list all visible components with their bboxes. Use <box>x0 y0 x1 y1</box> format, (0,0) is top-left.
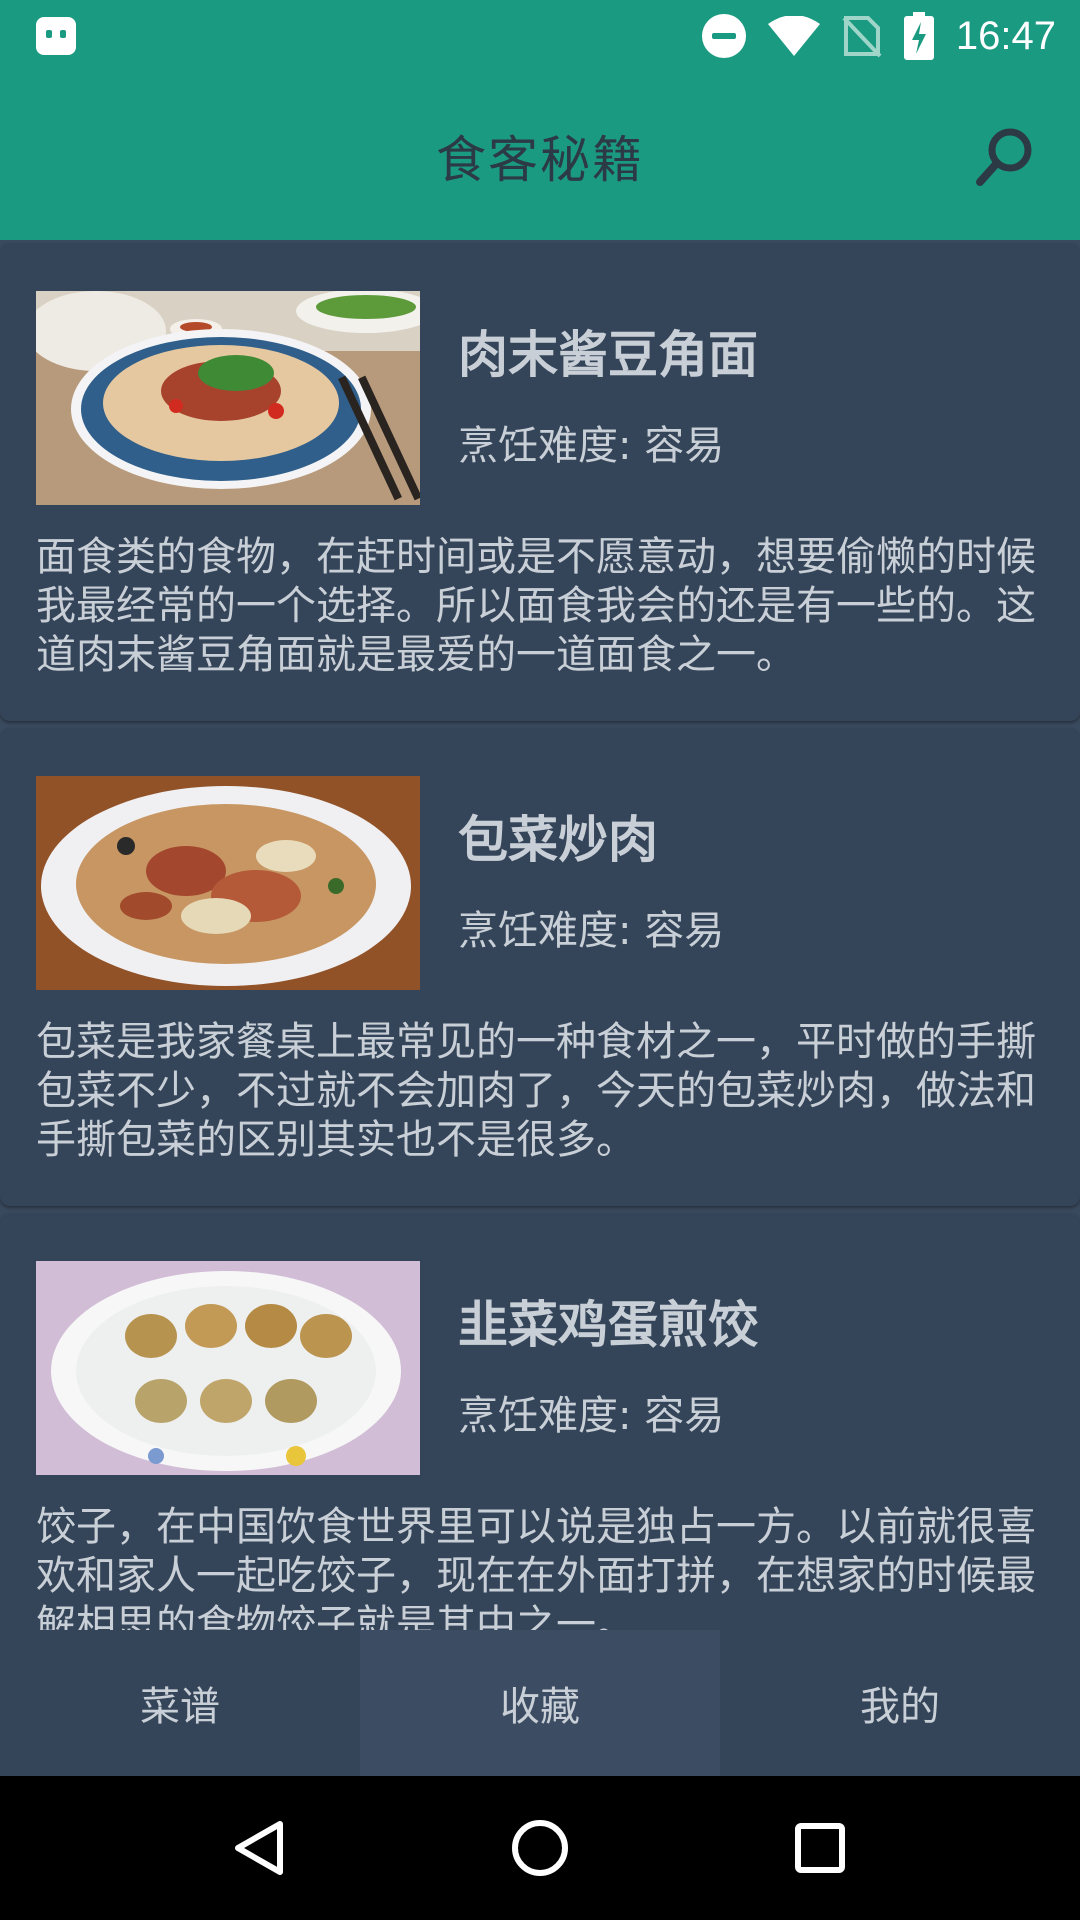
recipe-list[interactable]: 肉末酱豆角面 烹饪难度: 容易 面食类的食物，在赶时间或是不愿意动，想要偷懒的时… <box>0 240 1080 1630</box>
home-button[interactable] <box>500 1808 580 1888</box>
tab-mine[interactable]: 我的 <box>720 1630 1080 1776</box>
system-nav-bar <box>0 1776 1080 1920</box>
recipe-description: 面食类的食物，在赶时间或是不愿意动，想要偷懒的时候我最经常的一个选择。所以面食我… <box>36 534 1036 678</box>
recipe-card[interactable]: 韭菜鸡蛋煎饺 烹饪难度: 容易 饺子，在中国饮食世界里可以说是独占一方。以前就很… <box>0 1213 1080 1630</box>
battery-charging-icon <box>903 12 934 60</box>
search-icon <box>976 128 1032 186</box>
recipe-image <box>36 776 420 990</box>
tab-recipes[interactable]: 菜谱 <box>0 1630 360 1776</box>
app-bar: 食客秘籍 <box>0 72 1080 240</box>
do-not-disturb-icon <box>701 14 746 58</box>
app-title: 食客秘籍 <box>436 131 644 189</box>
back-button[interactable] <box>220 1808 300 1888</box>
home-icon <box>512 1820 568 1876</box>
recents-icon <box>795 1823 845 1873</box>
recipe-difficulty: 烹饪难度: 容易 <box>458 1393 725 1439</box>
clock: 16:47 <box>955 13 1056 58</box>
back-icon <box>235 1821 283 1875</box>
recipe-image <box>36 291 420 505</box>
recipe-difficulty: 烹饪难度: 容易 <box>458 423 725 469</box>
recipe-title: 包菜炒肉 <box>458 811 658 869</box>
recipe-image <box>36 1261 420 1475</box>
recipe-card[interactable]: 包菜炒肉 烹饪难度: 容易 包菜是我家餐桌上最常见的一种食材之一，平时做的手撕包… <box>0 728 1080 1206</box>
bottom-tab-bar: 菜谱 收藏 我的 <box>0 1630 1080 1776</box>
recipe-description: 包菜是我家餐桌上最常见的一种食材之一，平时做的手撕包菜不少，不过就不会加肉了，今… <box>36 1019 1036 1163</box>
no-sim-icon <box>842 14 882 58</box>
android-notification-icon <box>36 17 76 55</box>
recipe-title: 肉末酱豆角面 <box>458 326 758 384</box>
search-button[interactable] <box>964 116 1044 196</box>
recipe-difficulty: 烹饪难度: 容易 <box>458 908 725 954</box>
wifi-icon <box>767 16 820 56</box>
tab-favorites[interactable]: 收藏 <box>360 1630 720 1776</box>
status-bar: 16:47 <box>0 0 1080 72</box>
recipe-title: 韭菜鸡蛋煎饺 <box>458 1296 758 1354</box>
recents-button[interactable] <box>780 1808 860 1888</box>
recipe-description: 饺子，在中国饮食世界里可以说是独占一方。以前就很喜欢和家人一起吃饺子，现在在外面… <box>36 1504 1036 1630</box>
recipe-card[interactable]: 肉末酱豆角面 烹饪难度: 容易 面食类的食物，在赶时间或是不愿意动，想要偷懒的时… <box>0 243 1080 721</box>
